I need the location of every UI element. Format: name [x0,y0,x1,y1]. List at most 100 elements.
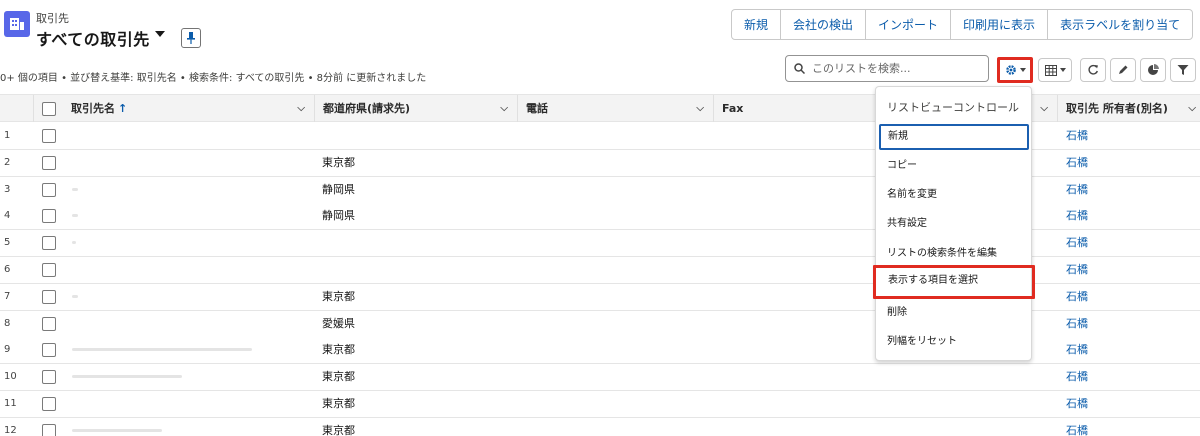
charts-button[interactable] [1140,58,1166,82]
cell-prefecture: 東京都 [322,155,355,169]
cell-owner-alias-link[interactable]: 石橋 [1066,337,1088,363]
row-checkbox[interactable] [42,236,56,251]
search-icon [794,63,805,74]
cell-prefecture: 愛媛県 [322,316,355,330]
pin-list-view-button[interactable] [181,28,201,48]
assign-label-button[interactable]: 表示ラベルを割り当て [1048,10,1192,39]
menu-item-sharing-settings[interactable]: 共有設定 [878,211,1030,237]
redacted-account-name[interactable] [72,187,78,191]
row-checkbox[interactable] [42,316,56,331]
display-as-button[interactable] [1038,58,1072,82]
chevron-down-icon[interactable]: ⌵ [297,95,305,122]
list-view-chevron-down-icon[interactable] [155,31,165,37]
table-row[interactable]: 11 東京都 石橋 [0,391,1200,418]
redacted-account-name[interactable] [72,241,76,245]
import-button[interactable]: インポート [866,10,952,39]
row-number-header [0,95,34,122]
row-number: 11 [4,398,17,409]
discover-companies-button[interactable]: 会社の検出 [781,10,867,39]
row-number: 3 [4,183,11,195]
menu-item-new[interactable]: 新規 [879,124,1029,150]
chevron-down-icon[interactable]: ⌵ [1040,95,1048,122]
cell-prefecture: 東京都 [322,343,355,357]
new-button[interactable]: 新規 [732,10,782,39]
inline-edit-button[interactable] [1110,58,1136,82]
column-header-account-name[interactable]: 取引先名 ↑ ⌵ [63,95,315,122]
cell-owner-alias-link[interactable]: 石橋 [1066,311,1088,337]
select-all-checkbox[interactable] [42,102,56,116]
chevron-down-icon[interactable]: ⌵ [500,95,508,122]
row-checkbox[interactable] [42,155,56,170]
row-checkbox[interactable] [42,289,56,304]
cell-prefecture: 静岡県 [322,182,355,196]
row-number: 2 [4,156,11,168]
redacted-account-name[interactable] [72,294,78,298]
redacted-account-name[interactable] [72,428,162,432]
redacted-account-name[interactable] [72,348,252,352]
search-input[interactable] [812,60,982,77]
table-row[interactable]: 10 東京都 石橋 [0,364,1200,392]
redacted-account-name[interactable] [72,214,78,218]
refresh-icon [1088,64,1098,75]
menu-item-rename[interactable]: 名前を変更 [878,182,1030,208]
menu-item-select-fields-to-display[interactable]: 表示する項目を選択 [873,265,1035,299]
chevron-down-icon [1059,68,1066,72]
pin-icon [187,32,195,44]
column-header-phone[interactable]: 電話 ⌵ [518,95,714,122]
cell-owner-alias-link[interactable]: 石橋 [1066,364,1088,390]
menu-item-copy[interactable]: コピー [878,153,1030,179]
cell-owner-alias-link[interactable]: 石橋 [1066,257,1088,283]
row-number: 4 [4,210,11,222]
row-number: 8 [4,317,11,329]
row-checkbox[interactable] [42,263,56,277]
list-view-title[interactable]: すべての取引先 [36,26,150,50]
cell-owner-alias-link[interactable]: 石橋 [1066,284,1088,310]
menu-item-delete[interactable]: 削除 [878,300,1030,326]
pencil-icon [1119,65,1128,74]
row-checkbox[interactable] [42,343,56,358]
menu-item-edit-list-filters[interactable]: リストの検索条件を編集 [878,241,1030,267]
row-checkbox[interactable] [42,423,56,436]
search-list-box[interactable] [785,55,989,82]
row-number: 12 [4,424,17,436]
row-checkbox[interactable] [42,209,56,224]
row-checkbox[interactable] [42,182,56,197]
cell-prefecture: 東京都 [322,397,355,410]
cell-owner-alias-link[interactable]: 石橋 [1066,123,1088,149]
cell-prefecture: 東京都 [322,370,355,384]
menu-item-reset-column-widths[interactable]: 列幅をリセット [878,329,1030,355]
cell-owner-alias-link[interactable]: 石橋 [1066,150,1088,176]
row-number: 5 [4,237,11,249]
cell-prefecture: 東京都 [322,289,355,303]
cell-owner-alias-link[interactable]: 石橋 [1066,177,1088,203]
column-header-label: Fax [722,102,744,115]
cell-owner-alias-link[interactable]: 石橋 [1066,391,1088,417]
column-header-label: 都道府県(請求先) [323,102,411,115]
chevron-down-icon[interactable]: ⌵ [1188,95,1196,122]
row-number: 6 [4,264,11,275]
filter-button[interactable] [1170,58,1196,82]
cell-owner-alias-link[interactable]: 石橋 [1066,203,1088,229]
sort-ascending-icon: ↑ [118,102,128,115]
row-checkbox[interactable] [42,129,56,143]
list-view-controls-button[interactable] [997,57,1033,83]
accounts-app-icon [4,11,30,37]
cell-owner-alias-link[interactable]: 石橋 [1066,418,1088,436]
refresh-button[interactable] [1080,58,1106,82]
row-checkbox[interactable] [42,370,56,385]
chevron-down-icon[interactable]: ⌵ [696,95,704,122]
cell-owner-alias-link[interactable]: 石橋 [1066,230,1088,256]
cell-prefecture: 東京都 [322,423,355,436]
redacted-account-name[interactable] [72,375,182,379]
column-header-owner-alias[interactable]: 取引先 所有者(別名) ⌵ [1058,95,1200,122]
table-row[interactable]: 12 東京都 石橋 [0,417,1200,436]
column-header-label: 取引先 所有者(別名) [1066,102,1168,115]
row-checkbox[interactable] [42,397,56,411]
column-header-prefecture[interactable]: 都道府県(請求先) ⌵ [315,95,518,122]
filter-icon [1177,65,1189,75]
cell-prefecture: 静岡県 [322,209,355,223]
list-actions-group: 新規 会社の検出 インポート 印刷用に表示 表示ラベルを割り当て [731,9,1194,40]
row-number: 9 [4,344,11,356]
row-number: 7 [4,290,11,302]
printable-view-button[interactable]: 印刷用に表示 [951,10,1049,39]
